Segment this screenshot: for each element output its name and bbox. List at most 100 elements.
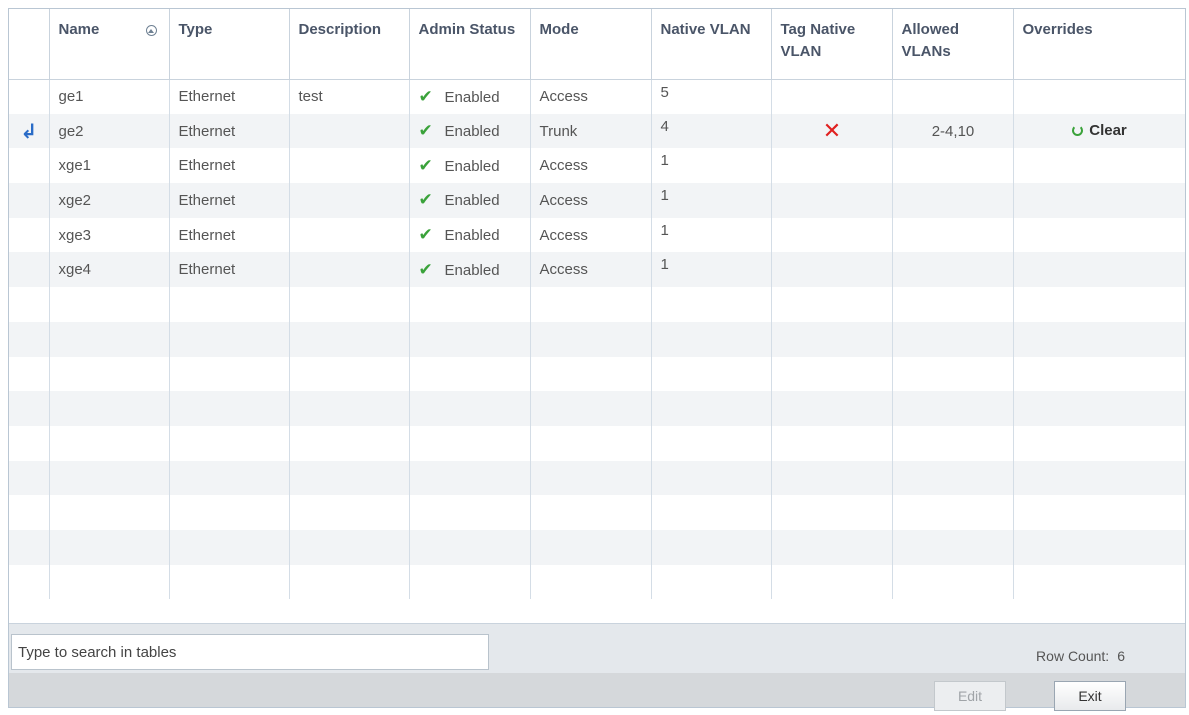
cell-tag-native-vlan (771, 321, 893, 357)
cell-admin-status (409, 495, 531, 530)
cell-mode (530, 425, 652, 461)
cell-admin-status: ✔ Enabled (409, 217, 531, 253)
search-input[interactable] (11, 634, 489, 670)
column-header-type[interactable]: Type (169, 9, 290, 80)
cell-overrides (1013, 529, 1185, 565)
cell-admin-status (409, 391, 531, 426)
column-header-admin-status[interactable]: Admin Status (409, 9, 531, 80)
cell-name: ge1 (49, 79, 170, 114)
cell-native-vlan (651, 495, 772, 530)
cell-tag-native-vlan (771, 460, 893, 496)
column-header-allowed-vlans[interactable]: Allowed VLANs (892, 9, 1014, 80)
row-gutter (9, 460, 50, 496)
clear-override-button[interactable]: Clear (1072, 122, 1127, 139)
row-gutter (9, 217, 50, 253)
row-gutter (9, 287, 50, 322)
column-header-name[interactable]: Name (49, 9, 170, 80)
table-row[interactable]: xge4 Ethernet ✔ Enabled Access 1 (9, 252, 1185, 288)
cell-tag-native-vlan (771, 529, 893, 565)
table-row (9, 391, 1185, 426)
row-gutter (9, 252, 50, 288)
cell-native-vlan: 1 (651, 183, 772, 218)
edit-button[interactable]: Edit (934, 681, 1006, 711)
cell-description (289, 391, 410, 426)
table-panel: Name Type Description Admin Status Mode … (8, 8, 1186, 711)
cell-name: xge2 (49, 183, 170, 218)
table-row[interactable]: ↲ ge2 Ethernet ✔ Enabled Trunk 4 ✕ 2-4,10 Clear (9, 113, 1185, 149)
cell-mode (530, 529, 652, 565)
admin-status-text: Enabled (444, 192, 500, 210)
column-header-tag-native-vlan[interactable]: Tag Native VLAN (771, 9, 893, 80)
cell-native-vlan (651, 321, 772, 357)
cell-mode (530, 287, 652, 322)
cell-tag-native-vlan (771, 425, 893, 461)
table-row (9, 495, 1185, 530)
cell-overrides (1013, 148, 1185, 184)
table-row[interactable]: xge2 Ethernet ✔ Enabled Access 1 (9, 183, 1185, 218)
cell-tag-native-vlan (771, 252, 893, 288)
check-icon: ✔ (418, 225, 433, 245)
column-header-description[interactable]: Description (289, 9, 410, 80)
cell-allowed-vlans (892, 391, 1014, 426)
cell-native-vlan (651, 529, 772, 565)
cell-overrides (1013, 321, 1185, 357)
cell-name (49, 287, 170, 322)
cell-name (49, 356, 170, 392)
cell-description (289, 148, 410, 184)
admin-status-text: Enabled (444, 123, 500, 141)
table-row[interactable]: xge1 Ethernet ✔ Enabled Access 1 (9, 148, 1185, 184)
cell-allowed-vlans (892, 564, 1014, 600)
table-row (9, 460, 1185, 496)
cell-description (289, 113, 410, 149)
cell-allowed-vlans (892, 183, 1014, 218)
cell-allowed-vlans (892, 252, 1014, 288)
cell-native-vlan: 5 (651, 79, 772, 114)
cell-name: xge1 (49, 148, 170, 184)
cell-tag-native-vlan (771, 148, 893, 184)
row-gutter (9, 391, 50, 426)
column-header-native-vlan[interactable]: Native VLAN (651, 9, 772, 80)
cell-tag-native-vlan (771, 564, 893, 600)
admin-status-text: Enabled (444, 227, 500, 245)
cell-native-vlan (651, 356, 772, 392)
column-header-overrides[interactable]: Overrides (1013, 9, 1185, 80)
cell-overrides (1013, 460, 1185, 496)
cell-admin-status (409, 564, 531, 600)
cell-name (49, 321, 170, 357)
row-gutter (9, 356, 50, 392)
cell-mode (530, 460, 652, 496)
cell-type (169, 460, 290, 496)
cell-admin-status: ✔ Enabled (409, 252, 531, 288)
cell-name: ge2 (49, 113, 170, 149)
cell-overrides (1013, 495, 1185, 530)
table-row[interactable]: ge1 Ethernet test ✔ Enabled Access 5 (9, 79, 1185, 114)
cell-type: Ethernet (169, 252, 290, 288)
cell-type: Ethernet (169, 113, 290, 149)
exit-button[interactable]: Exit (1054, 681, 1126, 711)
cell-description (289, 529, 410, 565)
table-row (9, 529, 1185, 565)
cell-native-vlan (651, 287, 772, 322)
cell-tag-native-vlan (771, 183, 893, 218)
row-count-value: 6 (1117, 648, 1125, 664)
row-gutter (9, 148, 50, 184)
column-header-mode[interactable]: Mode (530, 9, 652, 80)
cell-native-vlan (651, 391, 772, 426)
cell-allowed-vlans (892, 460, 1014, 496)
table-row[interactable]: xge3 Ethernet ✔ Enabled Access 1 (9, 217, 1185, 253)
button-bar: Edit Exit (9, 673, 1185, 711)
table-scroll-area: Name Type Description Admin Status Mode … (9, 9, 1185, 623)
sort-ascending-icon[interactable] (145, 25, 157, 36)
cell-mode (530, 356, 652, 392)
cell-mode: Trunk (530, 113, 652, 149)
cell-mode: Access (530, 183, 652, 218)
edit-arrow-icon: ↲ (20, 120, 38, 143)
cell-mode: Access (530, 252, 652, 288)
cell-description (289, 495, 410, 530)
search-bar: Row Count: 6 (9, 623, 1185, 674)
check-icon: ✔ (418, 155, 433, 175)
cell-allowed-vlans (892, 356, 1014, 392)
cell-allowed-vlans (892, 79, 1014, 114)
cell-admin-status (409, 529, 531, 565)
cell-description (289, 321, 410, 357)
